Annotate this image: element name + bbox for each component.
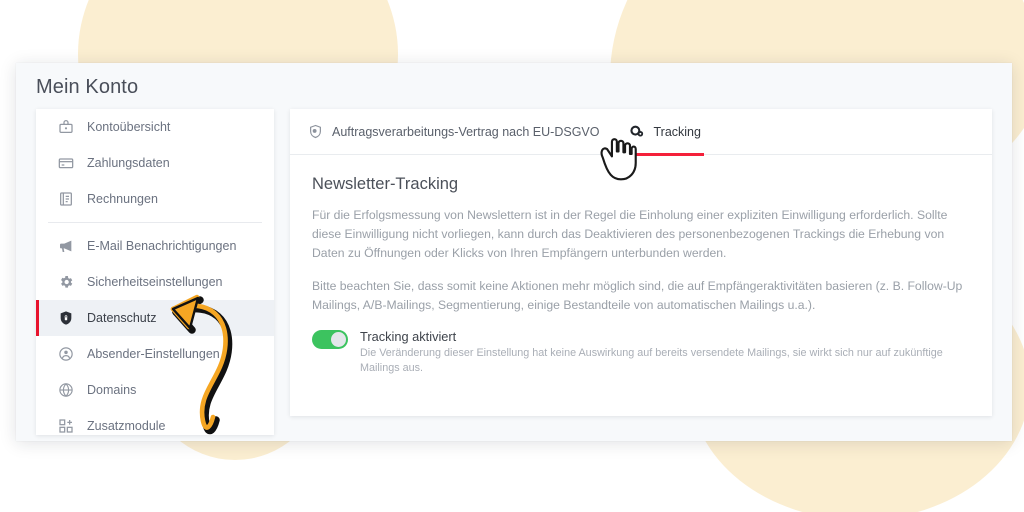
content-panel: Auftragsverarbeitungs-Vertrag nach EU-DS…: [290, 109, 992, 416]
sidebar-item-label: Sicherheitseinstellungen: [87, 275, 223, 289]
toggle-knob: [331, 332, 346, 347]
sidebar-item-label: Kontoübersicht: [87, 120, 171, 134]
tab-label: Auftragsverarbeitungs-Vertrag nach EU-DS…: [332, 124, 600, 139]
toggle-hint: Die Veränderung dieser Einstellung hat k…: [360, 347, 943, 374]
invoice-icon: [58, 191, 74, 207]
sidebar-item-5[interactable]: Sicherheitseinstellungen: [36, 264, 274, 300]
sidebar-item-1[interactable]: Kontoübersicht: [36, 109, 274, 145]
gear-icon: [58, 274, 74, 290]
megaphone-icon: [58, 238, 74, 254]
user-circle-icon: [58, 346, 74, 362]
sidebar-item-8[interactable]: Domains: [36, 372, 274, 408]
sidebar-item-4[interactable]: E-Mail Benachrichtigungen: [36, 228, 274, 264]
account-overview-icon: [58, 119, 74, 135]
sidebar-divider: [48, 222, 262, 223]
tracking-gear-icon: [629, 124, 644, 139]
globe-icon: [58, 382, 74, 398]
page-title: Mein Konto: [36, 76, 139, 98]
sidebar-item-label: Domains: [87, 383, 137, 397]
shield-lock-icon: [58, 310, 74, 326]
sidebar-item-label: E-Mail Benachrichtigungen: [87, 239, 237, 253]
shield-check-icon: [308, 124, 323, 139]
sidebar-item-2[interactable]: Zahlungsdaten: [36, 145, 274, 181]
tab-bar: Auftragsverarbeitungs-Vertrag nach EU-DS…: [290, 109, 992, 156]
app-window: Mein Konto Kontoübersicht Zahlungsdaten Re…: [16, 63, 1012, 441]
screenshot-root: Mein Konto Kontoübersicht Zahlungsdaten Re…: [0, 0, 1024, 512]
tab-label: Tracking: [653, 124, 701, 139]
tab-1[interactable]: Auftragsverarbeitungs-Vertrag nach EU-DS…: [308, 109, 599, 155]
sidebar-item-3[interactable]: Rechnungen: [36, 181, 274, 217]
toggle-texts: Tracking aktiviert Die Veränderung diese…: [360, 329, 970, 376]
sidebar-item-7[interactable]: Absender-Einstellungen: [36, 336, 274, 372]
panel-body: Newsletter-Tracking Für die Erfolgsmessu…: [290, 155, 992, 376]
sidebar-item-label: Absender-Einstellungen: [87, 347, 220, 361]
modules-grid-icon: [58, 418, 74, 434]
tracking-toggle-switch[interactable]: [312, 330, 348, 349]
sidebar-nav: Kontoübersicht Zahlungsdaten Rechnungen E-M…: [36, 109, 274, 435]
tab-2[interactable]: Tracking: [626, 109, 705, 156]
sidebar-item-label: Datenschutz: [87, 311, 157, 325]
sidebar-item-label: Rechnungen: [87, 192, 158, 206]
description-paragraph-2: Bitte beachten Sie, dass somit keine Akt…: [312, 279, 963, 312]
sidebar-item-6[interactable]: Datenschutz: [36, 300, 274, 336]
description-paragraph-1: Für die Erfolgsmessung von Newslettern i…: [312, 208, 948, 260]
toggle-label: Tracking aktiviert: [360, 329, 457, 344]
section-heading: Newsletter-Tracking: [312, 175, 459, 193]
sidebar-item-label: Zahlungsdaten: [87, 156, 170, 170]
sidebar-item-9[interactable]: Zusatzmodule: [36, 408, 274, 444]
tracking-toggle-row: Tracking aktiviert Die Veränderung diese…: [312, 329, 970, 376]
sidebar-item-label: Zusatzmodule: [87, 419, 166, 433]
credit-card-icon: [58, 155, 74, 171]
